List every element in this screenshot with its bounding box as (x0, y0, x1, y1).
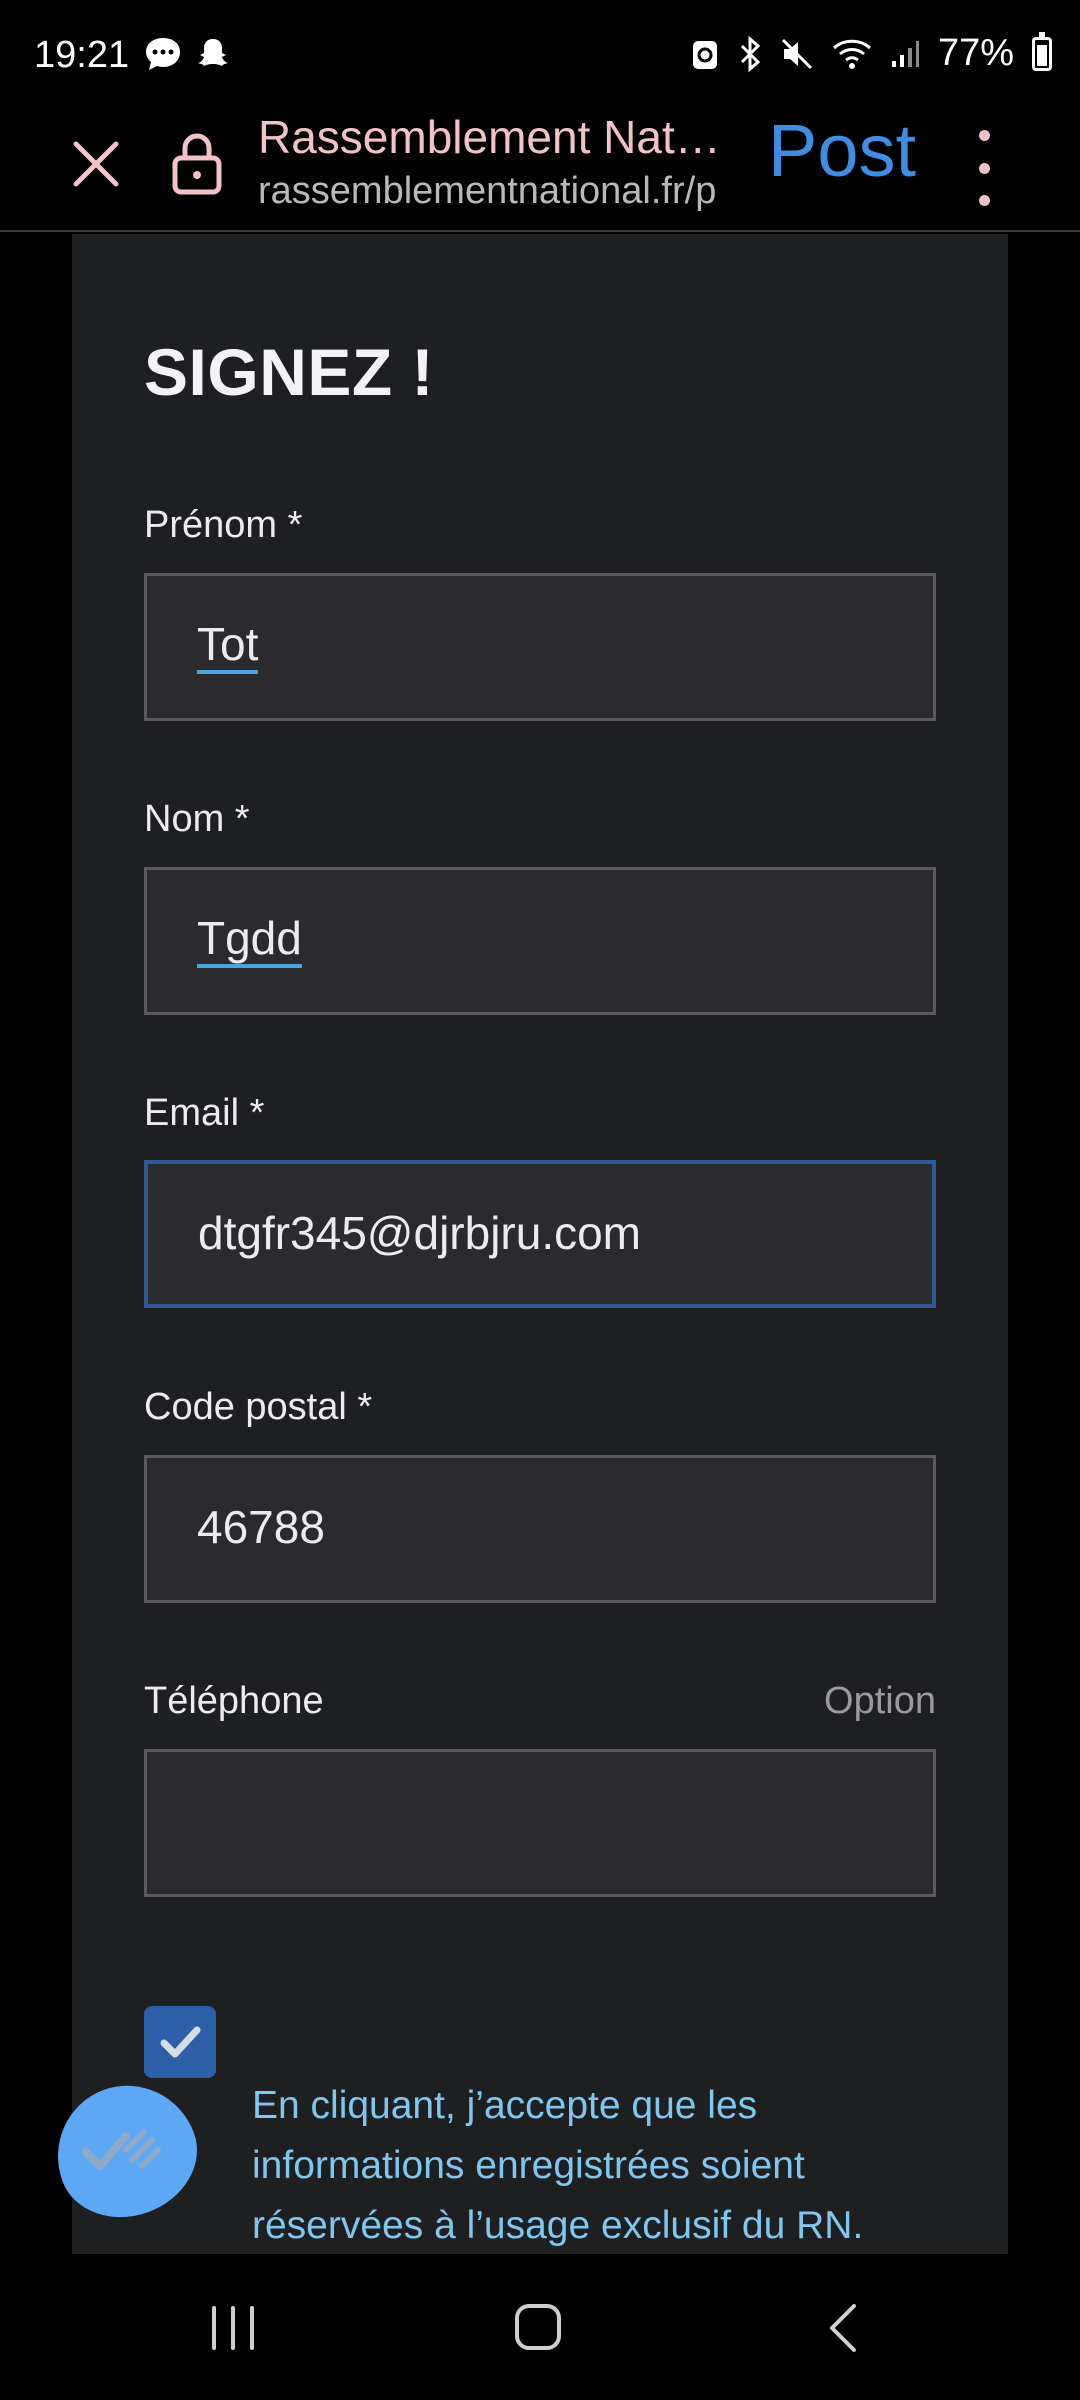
page-title[interactable]: Rassemblement Nat… (258, 110, 728, 164)
snapchat-icon (198, 39, 228, 66)
telephone-field[interactable] (144, 1749, 936, 1897)
field-label-email: Email * (144, 1092, 265, 1134)
prenom-value: Tot (197, 618, 259, 674)
page-url[interactable]: rassemblementnational.fr/p (258, 170, 730, 213)
system-navigation-bar (0, 2254, 1080, 2400)
optional-tag: Option (824, 1680, 936, 1722)
code-postal-value: 46788 (197, 1501, 325, 1553)
field-label-code-postal: Code postal * (144, 1386, 373, 1428)
field-label-nom: Nom * (144, 798, 250, 840)
back-icon[interactable] (824, 2302, 864, 2354)
lock-icon[interactable] (170, 130, 224, 196)
data-saver-icon (692, 40, 717, 69)
floating-action-button[interactable] (37, 2065, 215, 2237)
nom-value: Tgdd (197, 912, 302, 968)
browser-toolbar: Rassemblement Nat… rassemblementnational… (0, 100, 1080, 232)
wifi-icon (832, 39, 871, 69)
field-label-telephone: Téléphone (144, 1680, 324, 1722)
nom-field[interactable]: Tgdd (144, 867, 936, 1015)
checkmark-icon (160, 2026, 201, 2058)
email-value: dtgfr345@djrbjru.com (198, 1207, 641, 1259)
chat-bubble-icon (146, 38, 180, 70)
consent-text: En cliquant, j’accepte que les informati… (252, 2084, 864, 2247)
close-icon[interactable] (66, 134, 126, 194)
post-button[interactable]: Post (768, 108, 916, 193)
code-postal-field[interactable]: 46788 (144, 1455, 936, 1603)
edit-sign-icon (82, 2129, 161, 2170)
consent-checkbox[interactable] (144, 2006, 216, 2078)
signal-icon (891, 40, 919, 67)
status-bar: 19:21 77% (0, 0, 1080, 100)
bluetooth-icon (740, 35, 761, 72)
notification-icons (144, 36, 230, 72)
mute-icon (781, 38, 812, 69)
more-options-icon[interactable] (972, 130, 996, 206)
status-time: 19:21 (34, 34, 130, 76)
battery-percent: 77% (937, 32, 1014, 74)
prenom-field[interactable]: Tot (144, 573, 936, 721)
email-field[interactable]: dtgfr345@djrbjru.com (144, 1160, 936, 1308)
field-label-prenom: Prénom * (144, 504, 303, 546)
recent-apps-icon[interactable] (208, 2304, 258, 2352)
system-status-icons: 77% (690, 31, 1052, 75)
signature-form: SIGNEZ ! Prénom * Tot Nom * Tgdd Email *… (72, 234, 1008, 2254)
home-icon[interactable] (514, 2302, 562, 2352)
form-heading: SIGNEZ ! (144, 335, 435, 409)
battery-icon (1032, 31, 1052, 71)
